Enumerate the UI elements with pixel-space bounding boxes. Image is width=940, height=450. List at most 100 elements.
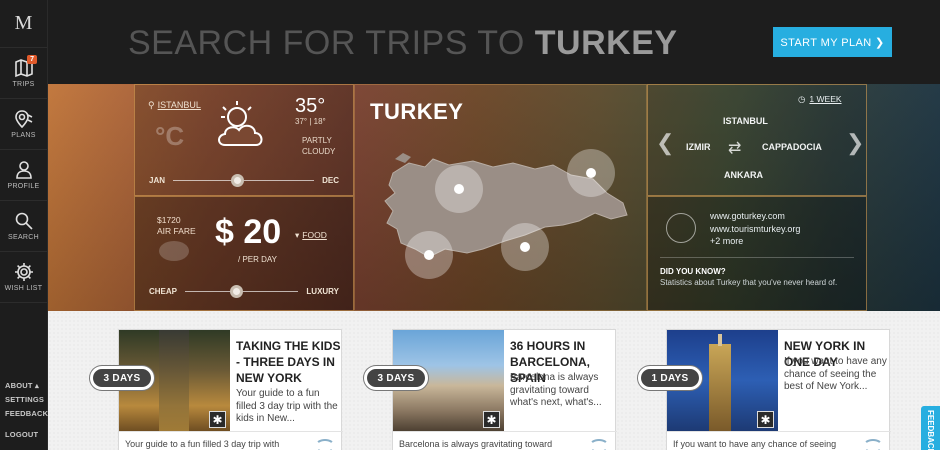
did-you-know-text: Statistics about Turkey that you've neve… — [660, 278, 838, 287]
city-marker[interactable] — [405, 231, 453, 279]
city-marker[interactable] — [435, 165, 483, 213]
per-day-label: / PER DAY — [238, 255, 277, 264]
caret-down-icon: ▾ — [295, 230, 300, 240]
trip-duration-badge: 1 DAYS — [638, 366, 702, 390]
website-list: www.goturkey.com www.tourismturkey.org +… — [710, 210, 800, 248]
favorite-star-icon[interactable]: ✱ — [757, 411, 774, 428]
city-marker[interactable] — [567, 149, 615, 197]
piggy-bank-icon — [159, 241, 189, 261]
trip-footer-text: If you want to have any chance of seeing — [673, 439, 837, 449]
budget-low-label: CHEAP — [149, 286, 178, 296]
trip-card[interactable]: ✱ TAKING THE KIDS - THREE DAYS IN NEW YO… — [118, 329, 343, 450]
air-fare-amount: $1720 — [157, 215, 181, 225]
gear-icon — [14, 263, 33, 281]
budget-slider[interactable]: CHEAP LUXURY — [149, 284, 339, 298]
budget-slider-handle[interactable] — [230, 284, 244, 298]
sidebar-item-label: SEARCH — [8, 234, 39, 241]
budget-panel: $1720 AIR FARE $ 20 / PER DAY ▾ FOOD CHEA… — [134, 196, 354, 311]
sidebar: M 7 TRIPS PLANS PROFILE SEARCH WISH LIST… — [0, 0, 48, 450]
city-north[interactable]: ISTANBUL — [723, 116, 768, 126]
expense-category-dropdown[interactable]: ▾ FOOD — [295, 230, 327, 241]
trip-title[interactable]: TAKING THE KIDS - THREE DAYS IN NEW YORK — [236, 338, 341, 386]
map-pin-icon — [14, 110, 32, 129]
weather-location: ISTANBUL — [157, 100, 201, 110]
weather-location-link[interactable]: ⚲ ISTANBUL — [148, 100, 201, 111]
partly-cloudy-icon — [218, 101, 263, 146]
website-link[interactable]: www.goturkey.com — [710, 210, 800, 223]
refresh-icon[interactable] — [589, 439, 609, 450]
sidebar-item-label: PLANS — [11, 132, 36, 139]
refresh-icon[interactable] — [863, 439, 883, 450]
prev-arrow-icon[interactable]: ❮ — [656, 130, 674, 156]
current-temperature: 35° — [295, 95, 326, 117]
more-sites-link[interactable]: +2 more — [710, 235, 800, 248]
trip-duration-badge: 3 DAYS — [364, 366, 428, 390]
month-slider-track[interactable] — [173, 173, 315, 187]
trip-footer: Barcelona is always gravitating toward — [393, 431, 617, 450]
month-start-label: JAN — [149, 175, 166, 185]
trip-card[interactable]: ✱ NEW YORK IN ONE DAY If you want to hav… — [666, 329, 891, 450]
trip-card[interactable]: ✱ 36 HOURS IN BARCELONA, SPAIN Barcelona… — [392, 329, 617, 450]
itinerary-panel: ◷ 1 WEEK ❮ ❯ ISTANBUL IZMIR CAPPADOCIA AN… — [647, 84, 867, 196]
trip-description: If you want to have any chance of seeing… — [784, 356, 887, 392]
sidebar-item-label: TRIPS — [12, 81, 35, 88]
air-fare-label: AIR FARE — [157, 226, 196, 236]
next-arrow-icon[interactable]: ❯ — [846, 130, 864, 156]
trip-footer: If you want to have any chance of seeing — [667, 431, 891, 450]
feedback-tab[interactable]: FEEDBACK — [921, 406, 940, 450]
trip-footer: Your guide to a fun filled 3 day trip wi… — [119, 431, 343, 450]
favorite-star-icon[interactable]: ✱ — [483, 411, 500, 428]
about-link[interactable]: ABOUT ▴ — [5, 381, 48, 390]
page-header: SEARCH FOR TRIPS TO TURKEY START MY PLAN… — [48, 0, 940, 84]
month-slider-handle[interactable] — [231, 173, 245, 187]
feedback-link[interactable]: FEEDBACK — [5, 409, 48, 418]
settings-link[interactable]: SETTINGS — [5, 395, 48, 404]
location-pin-icon: ⚲ — [148, 100, 155, 110]
country-title: TURKEY — [370, 99, 464, 124]
trip-duration-link[interactable]: ◷ 1 WEEK — [798, 94, 842, 105]
search-icon — [15, 212, 33, 230]
trip-duration: 1 WEEK — [809, 94, 842, 104]
refresh-icon[interactable] — [315, 439, 335, 450]
sidebar-footer-links: ABOUT ▴ SETTINGS FEEDBACK LOGOUT — [5, 381, 48, 444]
sidebar-item-trips[interactable]: 7 TRIPS — [0, 48, 47, 99]
start-my-plan-button[interactable]: START MY PLAN ❯ — [773, 27, 892, 57]
city-east[interactable]: CAPPADOCIA — [762, 142, 822, 152]
temperature-range: 37° | 18° — [295, 117, 326, 126]
info-panel: www.goturkey.com www.tourismturkey.org +… — [647, 196, 867, 311]
page-title: SEARCH FOR TRIPS TO TURKEY — [128, 24, 678, 63]
app-logo[interactable]: M — [0, 0, 47, 48]
logout-link[interactable]: LOGOUT — [5, 430, 48, 439]
trip-description: Your guide to a fun filled 3 day trip wi… — [236, 388, 338, 424]
temperature-unit: °C — [155, 121, 185, 151]
sidebar-item-wish-list[interactable]: WISH LIST — [0, 252, 47, 303]
daily-price: $ 20 — [215, 213, 282, 251]
city-west[interactable]: IZMIR — [686, 142, 711, 152]
divider — [660, 257, 854, 258]
trip-duration-badge: 3 DAYS — [90, 366, 154, 390]
budget-high-label: LUXURY — [306, 286, 339, 296]
weather-panel: ⚲ ISTANBUL °C 35° 37° | 18° PARTLY CLOUDY… — [134, 84, 354, 196]
sidebar-item-plans[interactable]: PLANS — [0, 99, 47, 150]
month-slider[interactable]: JAN DEC — [149, 173, 339, 187]
globe-icon — [666, 213, 696, 243]
city-marker[interactable] — [501, 223, 549, 271]
trip-footer-text: Your guide to a fun filled 3 day trip wi… — [125, 439, 280, 449]
sidebar-item-profile[interactable]: PROFILE — [0, 150, 47, 201]
swap-route-icon[interactable]: ⇄ — [728, 138, 741, 158]
favorite-star-icon[interactable]: ✱ — [209, 411, 226, 428]
website-link[interactable]: www.tourismturkey.org — [710, 223, 800, 236]
air-fare: $1720 AIR FARE — [157, 215, 196, 237]
country-overview: ⚲ ISTANBUL °C 35° 37° | 18° PARTLY CLOUDY… — [48, 84, 940, 311]
month-end-label: DEC — [322, 175, 339, 185]
budget-slider-track[interactable] — [185, 284, 299, 298]
trip-footer-text: Barcelona is always gravitating toward — [399, 439, 553, 449]
featured-trips: ✱ TAKING THE KIDS - THREE DAYS IN NEW YO… — [48, 311, 940, 450]
city-south[interactable]: ANKARA — [724, 170, 763, 180]
sidebar-item-search[interactable]: SEARCH — [0, 201, 47, 252]
clock-icon: ◷ — [798, 94, 806, 104]
trip-description: Barcelona is always gravitating toward w… — [510, 372, 602, 408]
did-you-know-title: DID YOU KNOW? — [660, 267, 726, 276]
sidebar-item-label: WISH LIST — [4, 285, 43, 292]
headline-country: TURKEY — [534, 24, 678, 62]
